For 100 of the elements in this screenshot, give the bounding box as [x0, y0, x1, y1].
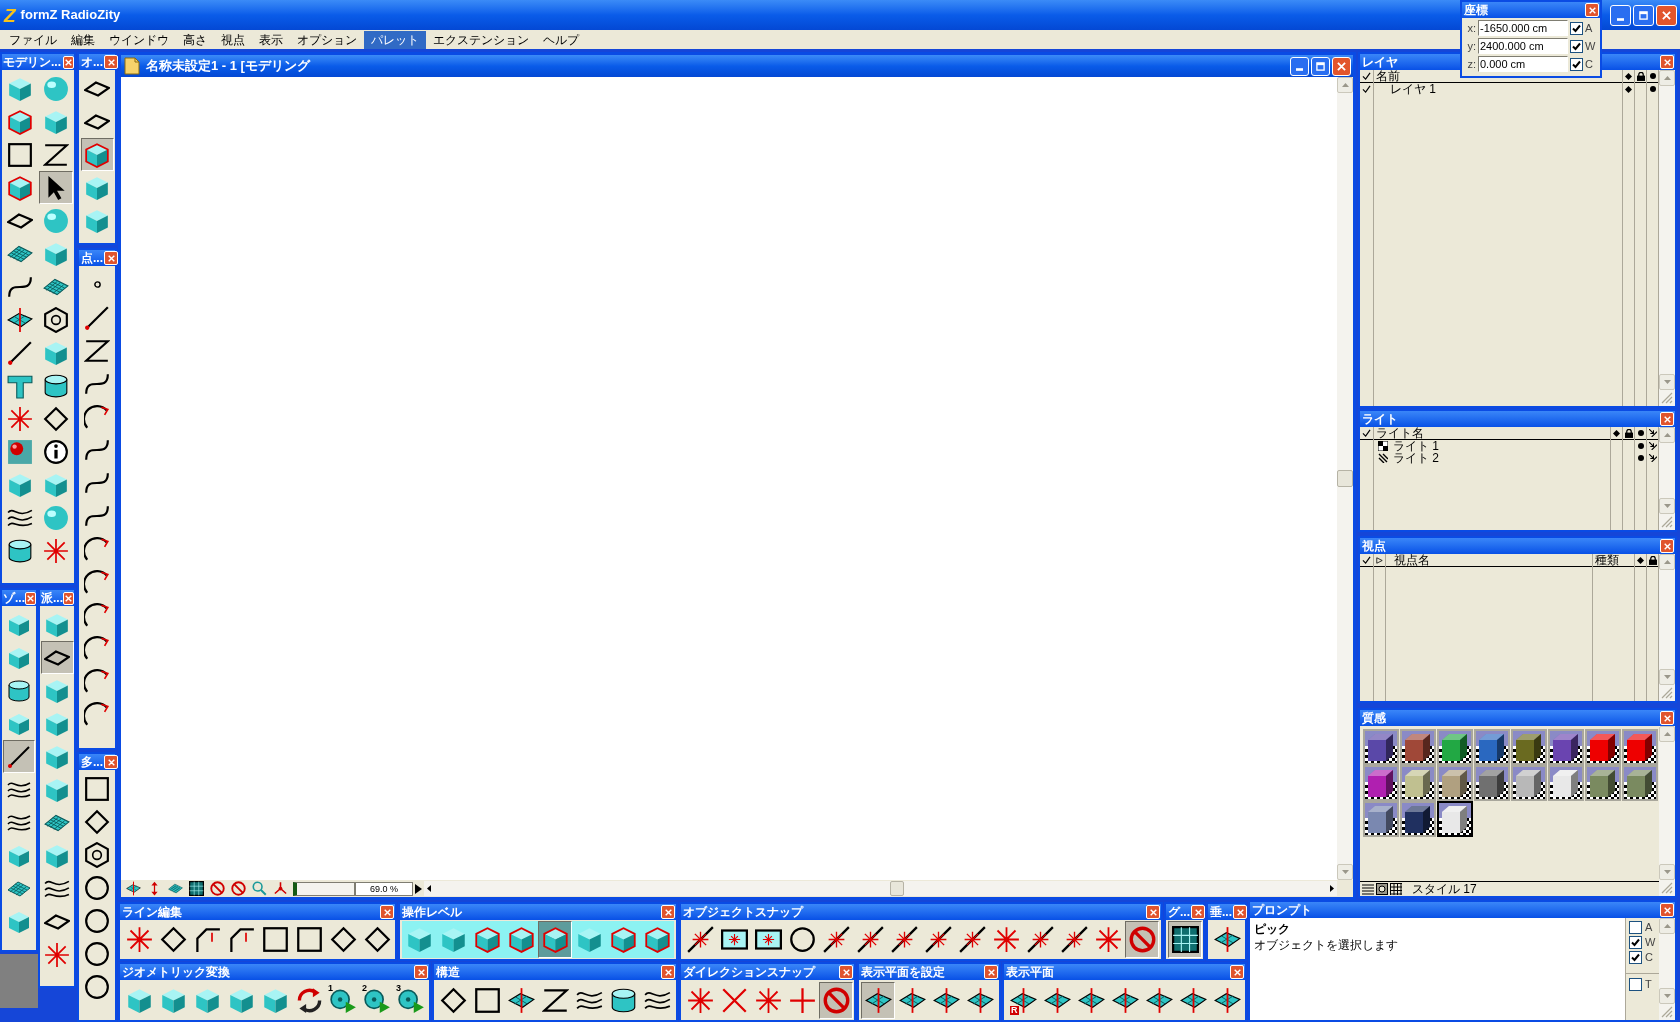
- close-button[interactable]: [1233, 905, 1247, 919]
- close-button[interactable]: [1660, 903, 1674, 917]
- close-button[interactable]: [414, 965, 428, 979]
- arc-icon: [84, 700, 110, 727]
- minimize-button[interactable]: [1610, 4, 1631, 26]
- line-star-icon: [686, 926, 714, 953]
- coordinate-field[interactable]: 0.000 cm: [1478, 56, 1568, 72]
- grid-icon[interactable]: [1390, 883, 1402, 895]
- close-button[interactable]: [1660, 412, 1674, 426]
- square-icon: [7, 141, 33, 168]
- cube-icon: [405, 926, 433, 953]
- checkbox[interactable]: [1570, 57, 1583, 71]
- close-button[interactable]: [661, 905, 675, 919]
- axis-label: y:: [1466, 38, 1476, 54]
- vertical-scrollbar[interactable]: [1337, 77, 1353, 880]
- menu-item[interactable]: ウインドウ: [102, 30, 176, 49]
- close-icon: [1663, 714, 1671, 722]
- close-button[interactable]: [104, 755, 118, 769]
- column-header: ライト名: [1374, 427, 1610, 440]
- coordinate-field[interactable]: -1650.000 cm: [1478, 20, 1568, 36]
- close-button[interactable]: [661, 965, 675, 979]
- scroll-thumb[interactable]: [890, 881, 904, 896]
- checkbox-label: W: [1645, 937, 1656, 948]
- palette-title: プロンプト: [1252, 903, 1312, 917]
- down-arrow-icon: [1663, 504, 1671, 508]
- arc-icon: [84, 535, 110, 562]
- lines-icon[interactable]: [1362, 883, 1374, 895]
- maximize-button[interactable]: [1311, 56, 1330, 76]
- grid-icon[interactable]: [189, 881, 204, 896]
- tool-button[interactable]: 1: [326, 981, 360, 1019]
- close-button[interactable]: [1146, 905, 1160, 919]
- checkbox[interactable]: [1570, 39, 1583, 53]
- close-button[interactable]: [104, 55, 118, 69]
- menu-item[interactable]: 高さ: [176, 30, 214, 49]
- close-button[interactable]: [380, 905, 394, 919]
- close-button[interactable]: [1660, 711, 1674, 725]
- close-button[interactable]: [63, 55, 74, 69]
- prohibited-icon[interactable]: [210, 881, 225, 896]
- checkbox[interactable]: [1629, 921, 1642, 934]
- prohibited-icon[interactable]: [231, 881, 246, 896]
- rotate-arrows-icon: [295, 986, 323, 1014]
- checkbox[interactable]: [1629, 936, 1642, 949]
- light-name[interactable]: ライト 1: [1393, 440, 1439, 452]
- maximize-button[interactable]: [1633, 4, 1654, 26]
- coordinate-field[interactable]: 2400.000 cm: [1478, 38, 1568, 54]
- tool-button[interactable]: 2: [360, 981, 394, 1019]
- menu-item[interactable]: ファイル: [2, 30, 64, 49]
- menu-item[interactable]: パレット: [364, 30, 426, 49]
- close-icon: [383, 908, 391, 916]
- menu-item[interactable]: 編集: [64, 30, 102, 49]
- tool-button[interactable]: [3, 740, 35, 773]
- tool-button[interactable]: R: [1006, 981, 1040, 1019]
- dot-icon: [1637, 430, 1644, 436]
- tool-button[interactable]: [40, 641, 74, 674]
- checkbox[interactable]: [1629, 977, 1642, 991]
- close-button[interactable]: [839, 965, 853, 979]
- close-button[interactable]: [1660, 539, 1674, 553]
- close-button[interactable]: [1230, 965, 1244, 979]
- menu-item[interactable]: 視点: [214, 30, 252, 49]
- tool-button[interactable]: [861, 981, 895, 1019]
- close-button[interactable]: [1656, 4, 1677, 26]
- menu-item[interactable]: 表示: [252, 30, 290, 49]
- tool-button[interactable]: [1168, 921, 1202, 958]
- close-button[interactable]: [984, 965, 998, 979]
- close-button[interactable]: [1585, 3, 1599, 17]
- checkbox[interactable]: [1570, 21, 1583, 35]
- minimize-button[interactable]: [1290, 56, 1309, 76]
- zoom-field[interactable]: 69.0 %: [355, 881, 413, 896]
- layer-name[interactable]: レイヤ 1: [1374, 83, 1622, 95]
- close-button[interactable]: [1332, 56, 1351, 76]
- plane-axis-icon[interactable]: [126, 881, 141, 896]
- mesh-icon[interactable]: [168, 881, 183, 896]
- tool-button[interactable]: [39, 171, 73, 204]
- close-button[interactable]: [63, 591, 74, 605]
- outlined-cube-icon: [609, 926, 637, 953]
- outlined-cube-icon: [643, 926, 671, 953]
- horizontal-scrollbar[interactable]: [424, 881, 1337, 896]
- checkbox[interactable]: [1629, 951, 1642, 964]
- tool-button[interactable]: [538, 921, 572, 958]
- menu-item[interactable]: ヘルプ: [536, 30, 586, 49]
- palette-title: ジオメトリック変換: [122, 965, 230, 979]
- axes-icon[interactable]: [273, 881, 288, 896]
- close-button[interactable]: [1191, 905, 1205, 919]
- menu-item[interactable]: オプション: [290, 30, 364, 49]
- circle-icon: [84, 874, 110, 901]
- close-button[interactable]: [104, 251, 118, 265]
- palette-title: 点...: [81, 251, 103, 265]
- close-button[interactable]: [25, 591, 36, 605]
- tool-button[interactable]: 3: [394, 981, 428, 1019]
- scroll-thumb[interactable]: [1337, 470, 1353, 487]
- search-icon[interactable]: [252, 881, 267, 896]
- scroll-right-icon[interactable]: [1330, 885, 1334, 892]
- close-button[interactable]: [1660, 55, 1674, 69]
- menu-item[interactable]: エクステンション: [426, 30, 536, 49]
- sphere-tile-icon[interactable]: [1376, 883, 1388, 895]
- close-icon: [664, 968, 672, 976]
- right-triangle-icon[interactable]: [415, 883, 422, 894]
- light-name[interactable]: ライト 2: [1393, 452, 1439, 464]
- line-star-icon: [1026, 926, 1054, 953]
- scroll-left-icon[interactable]: [427, 885, 431, 892]
